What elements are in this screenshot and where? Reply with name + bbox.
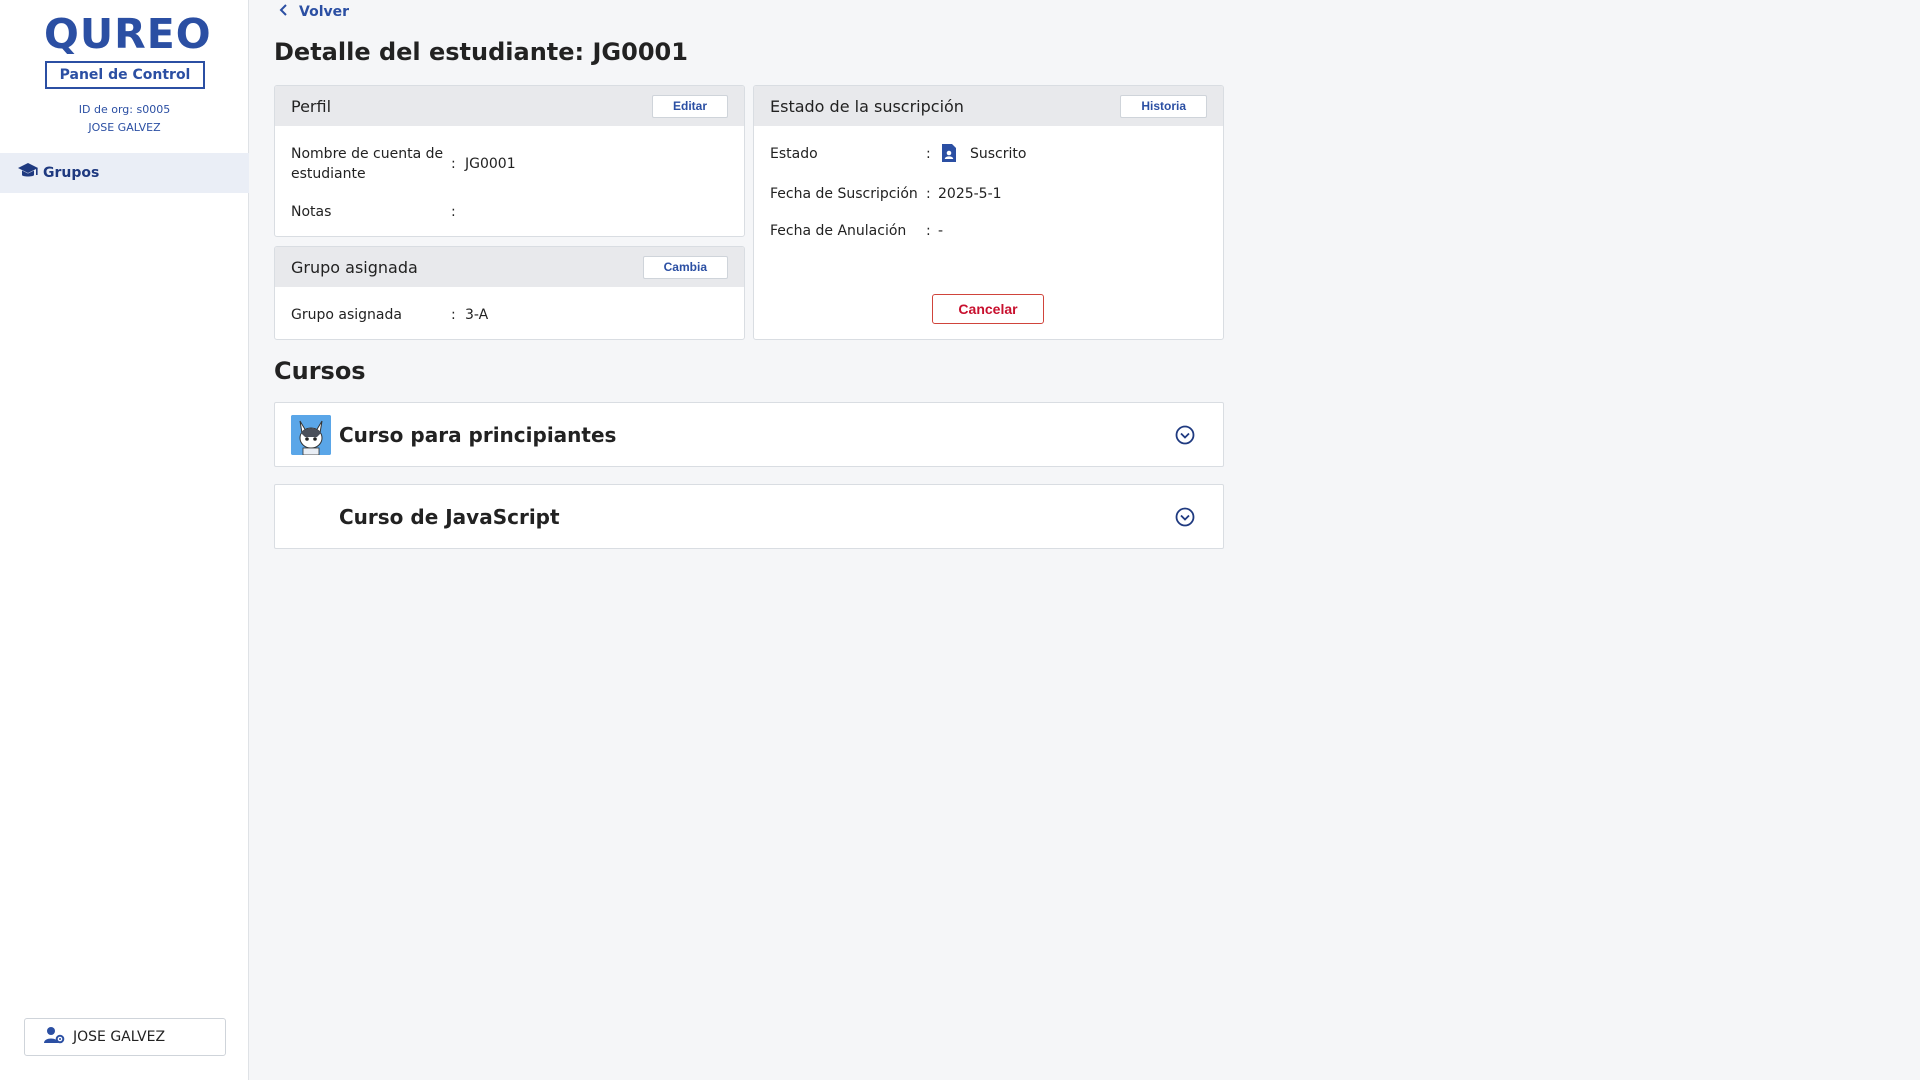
sidebar: QUREO Panel de Control ID de org: s0005 … xyxy=(0,0,249,1080)
user-menu-button[interactable]: JOSE GALVEZ xyxy=(24,1018,226,1056)
field-colon: : xyxy=(451,307,456,323)
org-id: ID de org: s0005 xyxy=(78,103,171,116)
field-colon: : xyxy=(926,223,931,239)
course-item-principiantes[interactable]: Curso para principiantes xyxy=(274,402,1224,467)
profile-card-title: Perfil xyxy=(291,96,332,116)
course-thumbnail xyxy=(291,415,331,455)
field-label: Nombre de cuenta de estudiante xyxy=(291,146,444,182)
profile-card: Perfil Editar Nombre de cuenta de estudi… xyxy=(274,85,745,237)
chevron-down-circle-icon[interactable] xyxy=(1175,425,1195,449)
graduation-cap-icon xyxy=(17,162,39,184)
sidebar-item-grupos[interactable]: Grupos xyxy=(0,153,249,193)
field-colon: : xyxy=(926,186,931,202)
sidebar-item-label: Grupos xyxy=(43,165,100,181)
chevron-left-icon xyxy=(279,4,289,20)
courses-section-title: Cursos xyxy=(274,357,366,385)
history-button[interactable]: Historia xyxy=(1120,94,1207,118)
page-title: Detalle del estudiante: JG0001 xyxy=(274,38,688,66)
field-label: Grupo asignada xyxy=(291,307,402,323)
field-colon: : xyxy=(926,146,931,162)
qureo-logo: QUREO xyxy=(44,10,212,58)
back-label: Volver xyxy=(299,4,350,20)
group-card: Grupo asignada Cambia Grupo asignada : 3… xyxy=(274,246,745,340)
group-card-header: Grupo asignada Cambia xyxy=(275,247,744,287)
user-settings-icon xyxy=(43,1026,65,1048)
field-value: 3-A xyxy=(465,307,489,323)
field-value: JG0001 xyxy=(465,156,516,172)
field-value: 2025-5-1 xyxy=(938,186,1002,202)
field-colon: : xyxy=(451,156,456,172)
back-link[interactable]: Volver xyxy=(279,4,349,20)
course-item-javascript[interactable]: Curso de JavaScript xyxy=(274,484,1224,549)
course-title: Curso para principiantes xyxy=(339,423,617,447)
chevron-down-circle-icon[interactable] xyxy=(1175,507,1195,531)
field-value: - xyxy=(938,223,944,239)
cancel-subscription-button[interactable]: Cancelar xyxy=(932,294,1044,324)
edit-button[interactable]: Editar xyxy=(651,94,728,118)
field-label: Fecha de Anulación xyxy=(770,223,907,239)
field-colon: : xyxy=(451,204,456,220)
subscription-card-header: Estado de la suscripción Historia xyxy=(754,86,1223,126)
field-value: Suscrito xyxy=(970,146,1027,162)
panel-de-control-badge: Panel de Control xyxy=(45,61,205,89)
org-user-name: JOSE GALVEZ xyxy=(88,121,161,134)
subscription-card-title: Estado de la suscripción xyxy=(770,96,964,116)
field-label: Fecha de Suscripción xyxy=(770,186,918,202)
field-label: Estado xyxy=(770,146,818,162)
profile-card-header: Perfil Editar xyxy=(275,86,744,126)
group-card-title: Grupo asignada xyxy=(291,257,418,277)
user-button-label: JOSE GALVEZ xyxy=(73,1029,166,1045)
subscribed-status-icon xyxy=(940,143,958,167)
field-label: Notas xyxy=(291,204,332,220)
change-group-button[interactable]: Cambia xyxy=(642,255,728,279)
course-title: Curso de JavaScript xyxy=(339,505,560,529)
